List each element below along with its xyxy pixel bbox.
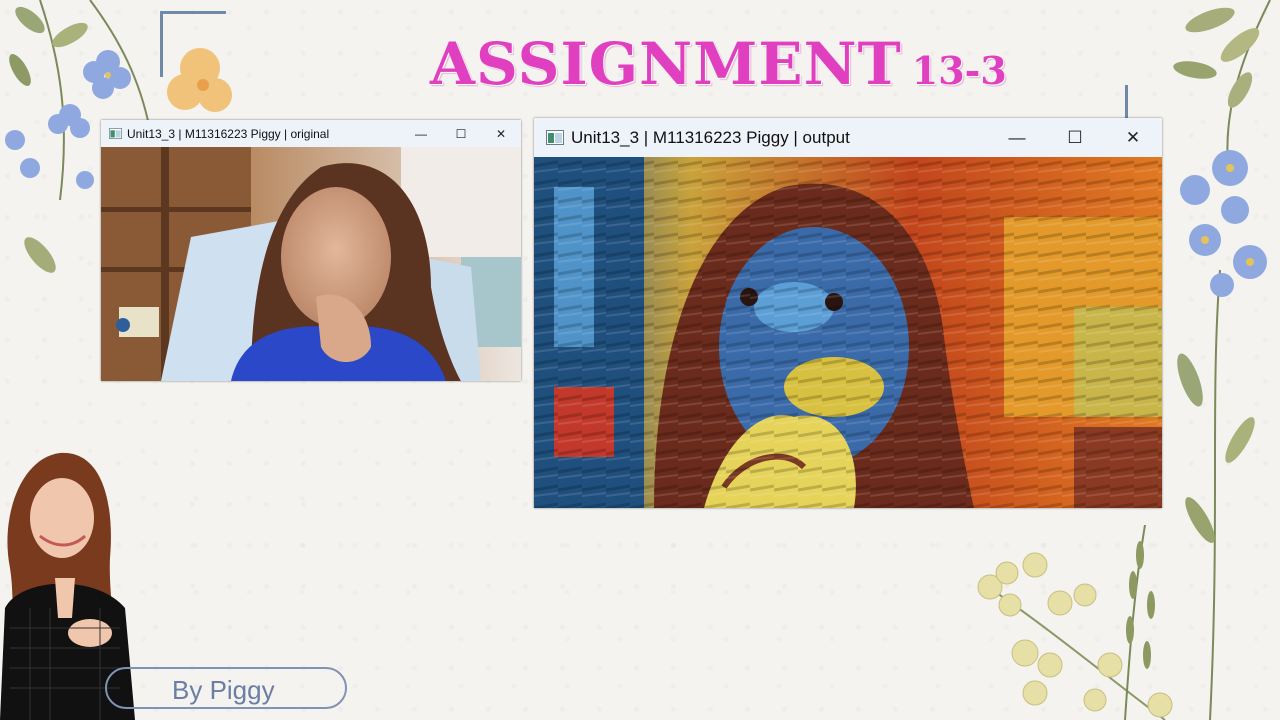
right-accent-vertical [1125,85,1128,119]
minimize-icon[interactable]: — [401,120,441,147]
close-icon[interactable]: ✕ [481,120,521,147]
title-main: ASSIGNMENT [430,30,902,98]
maximize-icon[interactable]: ☐ [1046,118,1104,157]
app-window-icon [109,128,122,139]
output-window[interactable]: Unit13_3 | M11316223 Piggy | output — ☐ … [534,118,1162,508]
output-window-titlebar[interactable]: Unit13_3 | M11316223 Piggy | output — ☐ … [534,118,1162,157]
title-number: 13-3 [911,48,1007,93]
original-webcam-frame [101,147,521,381]
app-window-icon [546,130,564,145]
author-label: By Piggy [172,675,275,705]
maximize-icon[interactable]: ☐ [441,120,481,147]
minimize-icon[interactable]: — [988,118,1046,157]
slide-title: ASSIGNMENT 13-3 [430,30,1007,100]
original-window-title: Unit13_3 | M11316223 Piggy | original [127,126,330,141]
original-window-titlebar[interactable]: Unit13_3 | M11316223 Piggy | original — … [101,120,521,147]
flower-decoration-bottom-right [977,525,1173,720]
close-icon[interactable]: ✕ [1104,118,1162,157]
original-window[interactable]: Unit13_3 | M11316223 Piggy | original — … [101,120,521,381]
output-window-title: Unit13_3 | M11316223 Piggy | output [571,127,850,147]
stylized-output-frame [534,157,1162,508]
